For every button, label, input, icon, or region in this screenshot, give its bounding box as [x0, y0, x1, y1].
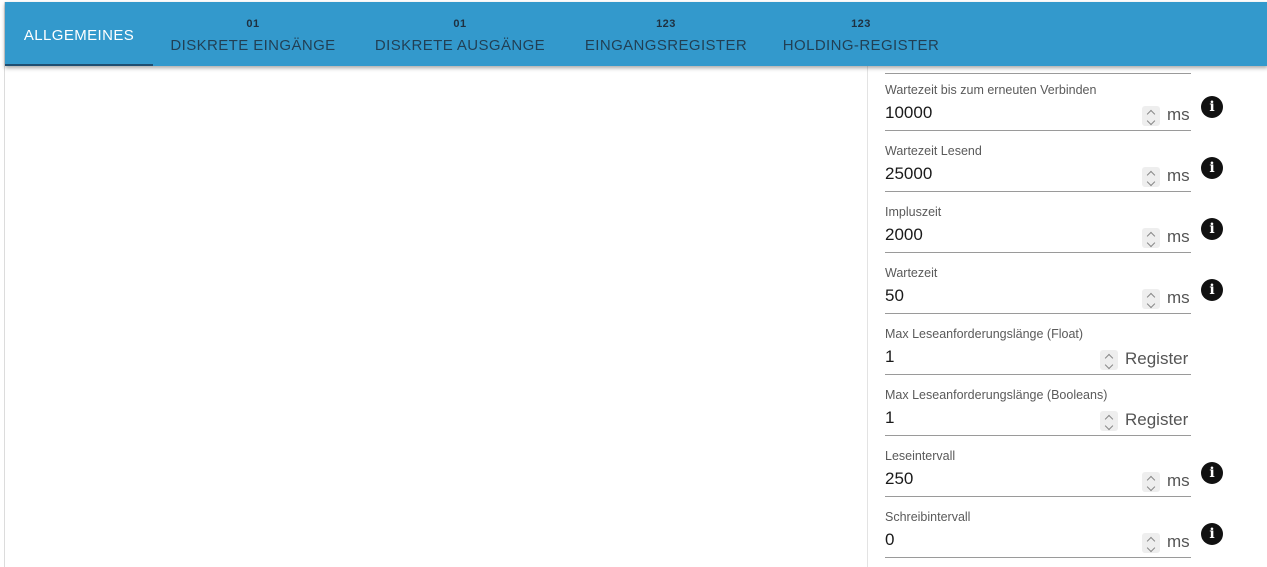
field-read-timeout: Wartezeit Lesend 25000 ms i [885, 144, 1245, 205]
input-underline [885, 496, 1191, 497]
tab-bar: ALLGEMEINES 01 DISKRETE EINGÄNGE 01 DISK… [5, 2, 1267, 66]
previous-field-underline [885, 73, 1191, 74]
field-label: Wartezeit Lesend [885, 144, 982, 158]
tab-diskrete-ausgaenge[interactable]: 01 DISKRETE AUSGÄNGE [359, 2, 561, 66]
field-label: Wartezeit bis zum erneuten Verbinden [885, 83, 1097, 97]
info-icon[interactable]: i [1201, 279, 1223, 301]
binary-01-icon: 01 [453, 18, 467, 30]
tab-label: HOLDING-REGISTER [782, 37, 940, 54]
number-spinner[interactable] [1142, 167, 1160, 187]
numeric-123-icon: 123 [656, 18, 676, 30]
chevron-down-icon [1146, 177, 1156, 187]
field-wait-time: Wartezeit 50 ms i [885, 266, 1245, 327]
tab-label: ALLGEMEINES [23, 27, 135, 44]
field-reconnect-timeout: Wartezeit bis zum erneuten Verbinden 100… [885, 83, 1245, 144]
read-timeout-input[interactable]: 25000 [885, 164, 932, 184]
tab-label: DISKRETE EINGÄNGE [170, 37, 336, 54]
chevron-down-icon [1146, 116, 1156, 126]
number-spinner[interactable] [1142, 289, 1160, 309]
reconnect-timeout-input[interactable]: 10000 [885, 103, 932, 123]
input-underline [885, 313, 1191, 314]
active-tab-indicator [5, 64, 153, 66]
settings-dialog: ALLGEMEINES 01 DISKRETE EINGÄNGE 01 DISK… [4, 2, 1267, 567]
max-read-length-float-input[interactable]: 1 [885, 347, 894, 367]
number-spinner[interactable] [1142, 228, 1160, 248]
field-label: Impluszeit [885, 205, 942, 219]
chevron-down-icon [1146, 543, 1156, 553]
field-label: Schreibintervall [885, 510, 971, 524]
chevron-down-icon [1146, 482, 1156, 492]
field-label: Wartezeit [885, 266, 938, 280]
field-label: Max Leseanforderungslänge (Float) [885, 327, 1084, 341]
tab-eingangsregister[interactable]: 123 EINGANGSREGISTER [571, 2, 761, 66]
field-label: Max Leseanforderungslänge (Booleans) [885, 388, 1108, 402]
unit-label: ms [1167, 288, 1190, 307]
info-icon[interactable]: i [1201, 523, 1223, 545]
unit-label: ms [1167, 227, 1190, 246]
field-label: Leseintervall [885, 449, 956, 463]
field-max-read-length-booleans: Max Leseanforderungslänge (Booleans) 1 R… [885, 388, 1245, 449]
tab-label: EINGANGSREGISTER [584, 37, 748, 54]
write-interval-input[interactable]: 0 [885, 530, 894, 550]
number-spinner[interactable] [1100, 411, 1118, 431]
unit-label: ms [1167, 166, 1190, 185]
unit-label: ms [1167, 105, 1190, 124]
info-icon[interactable]: i [1201, 218, 1223, 240]
info-icon[interactable]: i [1201, 157, 1223, 179]
input-underline [885, 191, 1191, 192]
chevron-down-icon [1104, 360, 1114, 370]
input-underline [885, 374, 1191, 375]
input-underline [885, 557, 1191, 558]
tab-holding-register[interactable]: 123 HOLDING-REGISTER [771, 2, 951, 66]
input-underline [885, 435, 1191, 436]
wait-time-input[interactable]: 50 [885, 286, 904, 306]
tab-allgemeines[interactable]: ALLGEMEINES [5, 2, 153, 66]
number-spinner[interactable] [1142, 533, 1160, 553]
chevron-down-icon [1104, 421, 1114, 431]
numeric-123-icon: 123 [851, 18, 871, 30]
number-spinner[interactable] [1142, 106, 1160, 126]
max-read-length-booleans-input[interactable]: 1 [885, 408, 894, 428]
input-underline [885, 252, 1191, 253]
unit-label: ms [1167, 532, 1190, 551]
chevron-down-icon [1146, 299, 1156, 309]
chevron-down-icon [1146, 238, 1156, 248]
field-read-interval: Leseintervall 250 ms i [885, 449, 1245, 510]
panel-divider [867, 66, 868, 567]
unit-label: Register [1125, 410, 1189, 429]
read-interval-input[interactable]: 250 [885, 469, 913, 489]
pulse-time-input[interactable]: 2000 [885, 225, 923, 245]
number-spinner[interactable] [1100, 350, 1118, 370]
info-icon[interactable]: i [1201, 462, 1223, 484]
field-write-interval: Schreibintervall 0 ms i [885, 510, 1245, 567]
number-spinner[interactable] [1142, 472, 1160, 492]
unit-label: ms [1167, 471, 1190, 490]
info-icon[interactable]: i [1201, 96, 1223, 118]
field-max-read-length-float: Max Leseanforderungslänge (Float) 1 Regi… [885, 327, 1245, 388]
tab-diskrete-eingaenge[interactable]: 01 DISKRETE EINGÄNGE [153, 2, 353, 66]
binary-01-icon: 01 [246, 18, 260, 30]
unit-label: Register [1125, 349, 1189, 368]
input-underline [885, 130, 1191, 131]
field-pulse-time: Impluszeit 2000 ms i [885, 205, 1245, 266]
tab-label: DISKRETE AUSGÄNGE [374, 37, 546, 54]
